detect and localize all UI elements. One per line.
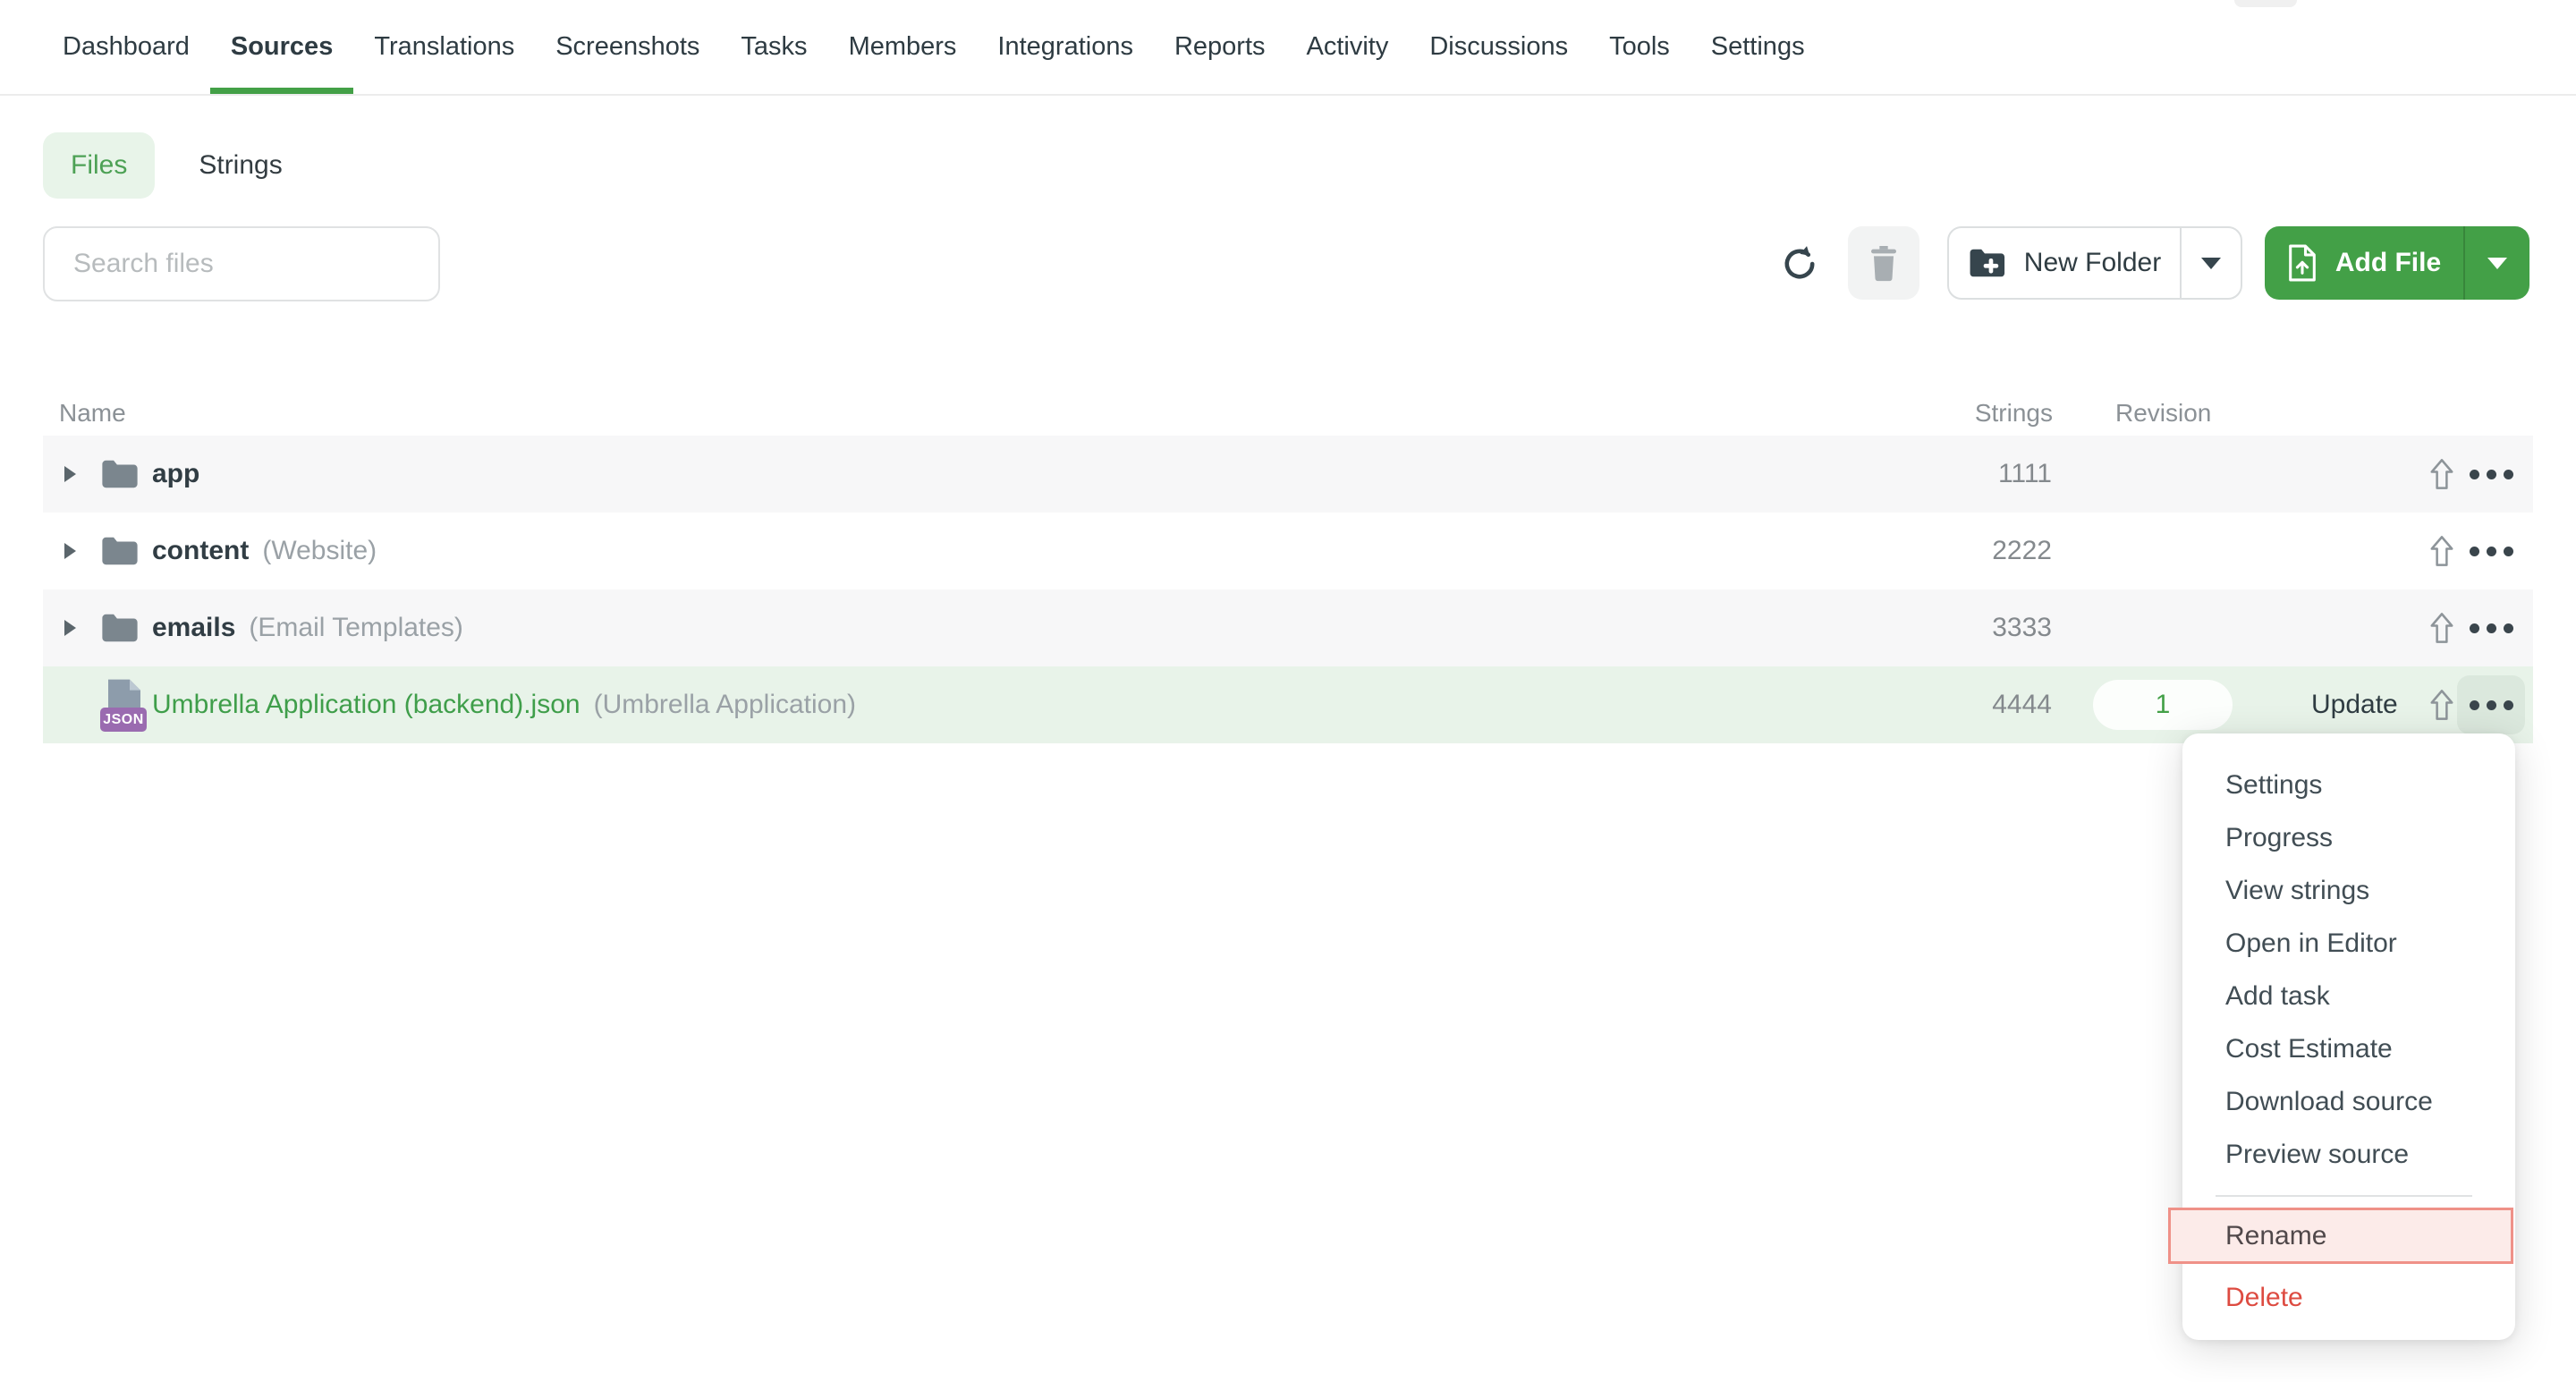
upload-button[interactable] [2422,685,2462,725]
ellipsis-icon [2470,623,2479,633]
menu-item-download-source[interactable]: Download source [2182,1075,2515,1128]
menu-item-cost-estimate[interactable]: Cost Estimate [2182,1022,2515,1075]
menu-item-open-in-editor[interactable]: Open in Editor [2182,917,2515,970]
menu-item-progress[interactable]: Progress [2182,811,2515,864]
nav-item-screenshots[interactable]: Screenshots [535,0,720,94]
folder-plus-icon [1968,247,2007,279]
table-row-folder-content[interactable]: content (Website) 2222 [43,513,2533,589]
refresh-button[interactable] [1773,237,1826,291]
table-row-folder-app[interactable]: app 1111 [43,436,2533,513]
delete-selected-button[interactable] [1848,226,1919,300]
ellipsis-icon [2470,700,2479,710]
menu-item-delete[interactable]: Delete [2182,1271,2515,1324]
new-folder-dropdown-toggle[interactable] [2182,228,2241,298]
menu-item-preview-source[interactable]: Preview source [2182,1128,2515,1181]
upload-arrow-icon [2428,611,2455,645]
tab-files[interactable]: Files [43,132,155,199]
menu-divider [2216,1195,2472,1197]
folder-name[interactable]: emails [152,613,235,643]
update-link[interactable]: Update [2311,690,2398,720]
nav-item-integrations[interactable]: Integrations [977,0,1154,94]
nav-item-sources[interactable]: Sources [210,0,353,94]
add-file-split-button: Add File [2265,226,2529,300]
view-tabs: Files Strings [43,132,283,199]
folder-name[interactable]: app [152,459,199,489]
chevron-right-icon [64,620,76,636]
nav-item-dashboard[interactable]: Dashboard [42,0,210,94]
tab-strings[interactable]: Strings [199,150,282,181]
expand-toggle[interactable] [64,619,79,637]
nav-item-discussions[interactable]: Discussions [1409,0,1589,94]
cutoff-element-artifact [2234,0,2297,7]
expand-toggle[interactable] [64,465,79,483]
upload-arrow-icon [2428,534,2455,568]
nav-item-translations[interactable]: Translations [353,0,535,94]
upload-button[interactable] [2422,454,2462,494]
folder-note: (Website) [262,536,377,566]
ellipsis-icon [2470,470,2479,479]
file-name-link[interactable]: Umbrella Application (backend).json [152,690,580,720]
search-input[interactable] [43,226,440,301]
strings-count: 3333 [1992,613,2052,643]
menu-item-view-strings[interactable]: View strings [2182,864,2515,917]
chevron-down-icon [2201,258,2221,269]
nav-item-tasks[interactable]: Tasks [720,0,827,94]
file-context-menu: Settings Progress View strings Open in E… [2182,733,2515,1340]
new-folder-button[interactable]: New Folder [1949,228,2180,298]
row-menu-button[interactable] [2457,598,2525,657]
nav-item-members[interactable]: Members [828,0,978,94]
trash-icon [1866,243,1902,283]
files-table: app 1111 content (Website) 2222 emails (… [43,436,2533,743]
nav-item-settings[interactable]: Settings [1690,0,1826,94]
menu-item-settings[interactable]: Settings [2182,759,2515,811]
chevron-right-icon [64,466,76,482]
top-navigation: Dashboard Sources Translations Screensho… [0,0,2576,96]
row-menu-button[interactable] [2457,521,2525,581]
strings-count: 1111 [1998,459,2052,489]
upload-arrow-icon [2428,688,2455,722]
upload-button[interactable] [2422,531,2462,571]
refresh-icon [1779,243,1820,284]
column-header-revision: Revision [2115,399,2211,428]
nav-item-tools[interactable]: Tools [1589,0,1690,94]
json-badge: JSON [100,708,147,732]
row-menu-button[interactable] [2457,445,2525,504]
nav-item-reports[interactable]: Reports [1154,0,1286,94]
folder-icon [100,612,140,645]
file-note: (Umbrella Application) [594,690,856,720]
new-folder-label: New Folder [2024,248,2161,278]
strings-count: 4444 [1992,690,2052,720]
strings-count: 2222 [1992,536,2052,566]
chevron-right-icon [64,543,76,559]
ellipsis-icon [2470,547,2479,556]
new-folder-split-button: New Folder [1947,226,2242,300]
folder-name[interactable]: content [152,536,249,566]
upload-button[interactable] [2422,608,2462,648]
expand-toggle[interactable] [64,542,79,560]
chevron-down-icon [2487,258,2507,269]
files-table-header: Name Strings Revision [43,391,2533,436]
add-file-button[interactable]: Add File [2265,226,2463,300]
file-upload-icon [2287,244,2318,282]
add-file-dropdown-toggle[interactable] [2465,226,2529,300]
upload-arrow-icon [2428,457,2455,491]
folder-icon [100,458,140,491]
folder-icon [100,535,140,568]
nav-item-activity[interactable]: Activity [1286,0,1410,94]
folder-note: (Email Templates) [249,613,463,643]
menu-item-add-task[interactable]: Add task [2182,970,2515,1022]
column-header-name: Name [59,399,126,428]
add-file-label: Add File [2335,248,2441,278]
table-row-folder-emails[interactable]: emails (Email Templates) 3333 [43,589,2533,666]
json-file-icon: JSON [100,678,148,732]
table-row-file-umbrella-application[interactable]: JSON Umbrella Application (backend).json… [43,666,2533,743]
menu-item-rename-highlighted[interactable]: Rename [2168,1208,2513,1264]
column-header-strings: Strings [1975,399,2053,428]
row-menu-button-active[interactable] [2457,675,2525,734]
revision-badge[interactable]: 1 [2093,680,2233,730]
